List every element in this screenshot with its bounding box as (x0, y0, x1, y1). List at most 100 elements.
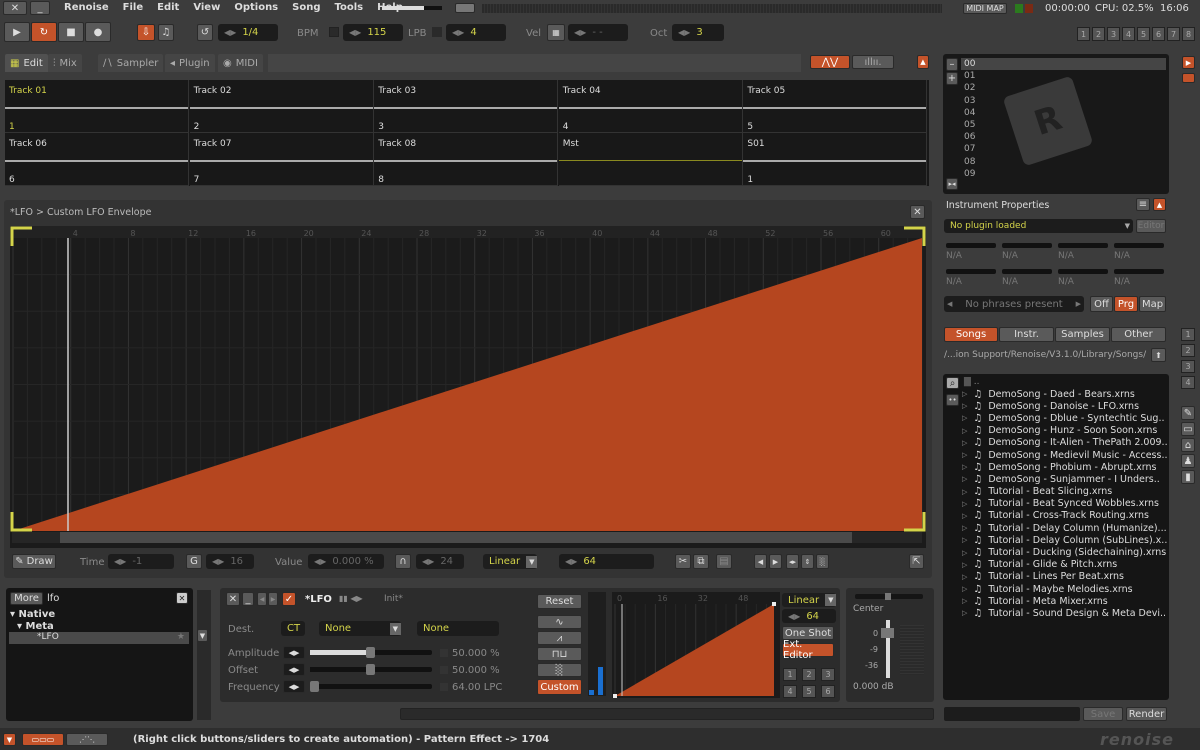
envelope-point[interactable] (772, 602, 776, 606)
parent-folder-row[interactable]: ▇ .. (964, 377, 980, 387)
master-volume-slider[interactable] (382, 6, 442, 10)
phrase-next-icon[interactable]: ▶ (1076, 300, 1081, 308)
macro-slider[interactable] (1058, 269, 1108, 274)
volume-fader[interactable] (881, 620, 894, 678)
metronome-button[interactable]: ♫ (158, 24, 174, 41)
length-field[interactable]: ◀▶ 64 (559, 554, 654, 569)
disk-op-icon[interactable]: ▭ (1181, 422, 1195, 436)
track-cell[interactable]: Mst (558, 133, 743, 186)
param-stepper[interactable]: ◀▶ (283, 646, 305, 659)
macro-slider[interactable] (1002, 269, 1052, 274)
instrument-row[interactable]: 08 (964, 156, 975, 168)
stepper-arrows-icon[interactable]: ◀▶ (212, 557, 224, 566)
editor-button[interactable]: Editor (1136, 219, 1166, 233)
horizontal-scrollbar[interactable] (400, 708, 934, 720)
shift-left-icon[interactable]: ◀ (754, 554, 767, 569)
file-item[interactable]: ▷ ♫ DemoSong - Sunjammer - I Unders.. (962, 473, 1167, 485)
collapse-instrument-button[interactable]: ▸◂ (946, 178, 958, 190)
remove-device-button[interactable]: ✕ (226, 592, 240, 606)
close-window-button[interactable]: ✕ (3, 1, 27, 15)
lfo-preset-button[interactable]: 3 (821, 668, 835, 681)
browser-tab-samples[interactable]: Samples (1055, 327, 1110, 342)
stepper-arrows-icon[interactable]: ◀▶ (678, 28, 690, 37)
menu-file[interactable]: File (123, 2, 143, 13)
expand-triangle-icon[interactable]: ▷ (962, 390, 967, 398)
instrument-row[interactable]: 02 (964, 82, 975, 94)
dsp-chain-menu[interactable]: ▼ (197, 629, 208, 642)
follow-player-button[interactable]: ⇩ (137, 24, 155, 41)
randomize-icon[interactable]: ░ (816, 554, 829, 569)
tree-item-native[interactable]: ▾ Native (10, 609, 55, 620)
file-item[interactable]: ▷ ♫ Tutorial - Glide & Pitch.xrns (962, 559, 1167, 571)
device-enabled-checkbox[interactable]: ✓ (282, 592, 296, 606)
lfo-preset-button[interactable]: 6 (821, 685, 835, 698)
move-left-button[interactable]: ◀ (257, 592, 267, 606)
phrase-prev-icon[interactable]: ◀ (947, 300, 952, 308)
status-menu-button[interactable]: ▼ (3, 733, 16, 746)
file-item[interactable]: ▷ ♫ DemoSong - Phobium - Abrupt.xrns (962, 461, 1167, 473)
phrase-prg-button[interactable]: Prg (1114, 296, 1138, 312)
tab-plugin[interactable]: ◂ Plugin (165, 54, 215, 72)
render-button[interactable]: Render (1126, 707, 1167, 721)
stepper-arrows-icon[interactable]: ◀▶ (422, 557, 434, 566)
right-strip-button[interactable] (1182, 73, 1195, 83)
file-item[interactable]: ▷ ♫ Tutorial - Lines Per Beat.xrns (962, 571, 1167, 583)
param-slider-handle[interactable] (366, 664, 375, 675)
file-item[interactable]: ▷ ♫ DemoSong - Medievil Music - Access.. (962, 449, 1167, 461)
edit-step-field[interactable]: ◀▶ 1/4 (218, 24, 278, 41)
user-icon[interactable]: ♟ (1181, 454, 1195, 468)
phrase-selector[interactable]: ◀ No phrases present ▶ (944, 296, 1084, 312)
file-item[interactable]: ▷ ♫ Tutorial - Cross-Track Routing.xrns (962, 510, 1167, 522)
lpb-checkbox[interactable] (432, 27, 442, 37)
octave-field[interactable]: ◀▶ 3 (672, 24, 724, 41)
menu-view[interactable]: View (193, 2, 220, 13)
custom-wave-button[interactable]: Custom (537, 679, 582, 695)
midi-map-button[interactable]: MIDI MAP (963, 3, 1007, 14)
mirror-vertical-icon[interactable]: ⇕ (801, 554, 814, 569)
expand-triangle-icon[interactable]: ▷ (962, 463, 967, 471)
instrument-row[interactable]: 05 (964, 119, 975, 131)
file-item[interactable]: ▷ ♫ Tutorial - Beat Synced Wobbles.xrns (962, 498, 1167, 510)
bpm-field[interactable]: ◀▶ 115 (343, 24, 403, 41)
magnet-icon[interactable]: ∩ (395, 554, 411, 569)
expand-triangle-icon[interactable]: ▷ (962, 512, 967, 520)
file-item[interactable]: ▷ ♫ DemoSong - Hunz - Soon Soon.xrns (962, 425, 1167, 437)
dest-effect-select[interactable]: None ▼ (319, 621, 401, 636)
macro-slider[interactable] (946, 269, 996, 274)
side-number-button[interactable]: 2 (1181, 344, 1195, 357)
file-item[interactable]: ▷ ♫ DemoSong - It-Alien - ThePath 2.009.. (962, 437, 1168, 449)
expand-triangle-icon[interactable]: ▷ (962, 402, 967, 410)
automation-toggle[interactable]: ⋰⋱ (66, 733, 108, 746)
envelope-point[interactable] (613, 694, 617, 698)
envelope-editor[interactable]: 4 8 12 16 20 24 28 32 36 40 44 48 52 56 60 (10, 226, 926, 548)
track-cell[interactable]: Track 01 1 (5, 80, 189, 133)
browser-tab-other[interactable]: Other (1111, 327, 1166, 342)
expand-triangle-icon[interactable]: ▷ (962, 597, 967, 605)
expand-triangle-icon[interactable]: ▷ (962, 488, 967, 496)
minimize-window-button[interactable]: _ (30, 1, 50, 15)
mirror-horizontal-icon[interactable]: ◂▸ (786, 554, 799, 569)
menu-options[interactable]: Options (234, 2, 278, 13)
lfo-preset-button[interactable]: 5 (802, 685, 816, 698)
instrument-row[interactable]: 01 (964, 70, 975, 82)
phrase-map-button[interactable]: Map (1139, 296, 1166, 312)
interpolation-select[interactable]: Linear ▼ (483, 554, 538, 569)
spectrum-button[interactable]: ıllıı. (852, 55, 894, 69)
cut-icon[interactable]: ✂ (675, 554, 691, 569)
lfo-preset-button[interactable]: 2 (802, 668, 816, 681)
expand-triangle-icon[interactable]: ▷ (962, 475, 967, 483)
track-cell[interactable]: Track 02 2 (189, 80, 374, 133)
lfo-mini-envelope[interactable]: 0 16 32 48 (612, 592, 780, 698)
side-number-button[interactable]: 1 (1181, 328, 1195, 341)
tree-item-meta[interactable]: ▾ Meta (17, 621, 54, 632)
param-slider-handle[interactable] (310, 681, 319, 692)
lfo-preset-button[interactable]: 4 (783, 685, 797, 698)
random-wave-button[interactable]: ░ (537, 663, 582, 677)
instrument-row[interactable]: 07 (964, 143, 975, 155)
track-cell[interactable]: Track 08 8 (374, 133, 559, 186)
macro-slider[interactable] (1114, 269, 1164, 274)
track-cell[interactable]: S01 1 (743, 133, 928, 186)
scrollbar-thumb[interactable] (60, 532, 852, 543)
file-item[interactable]: ▷ ♫ Tutorial - Delay Column (Humanize)... (962, 522, 1167, 534)
external-editor-icon[interactable]: ⇱ (909, 554, 924, 569)
